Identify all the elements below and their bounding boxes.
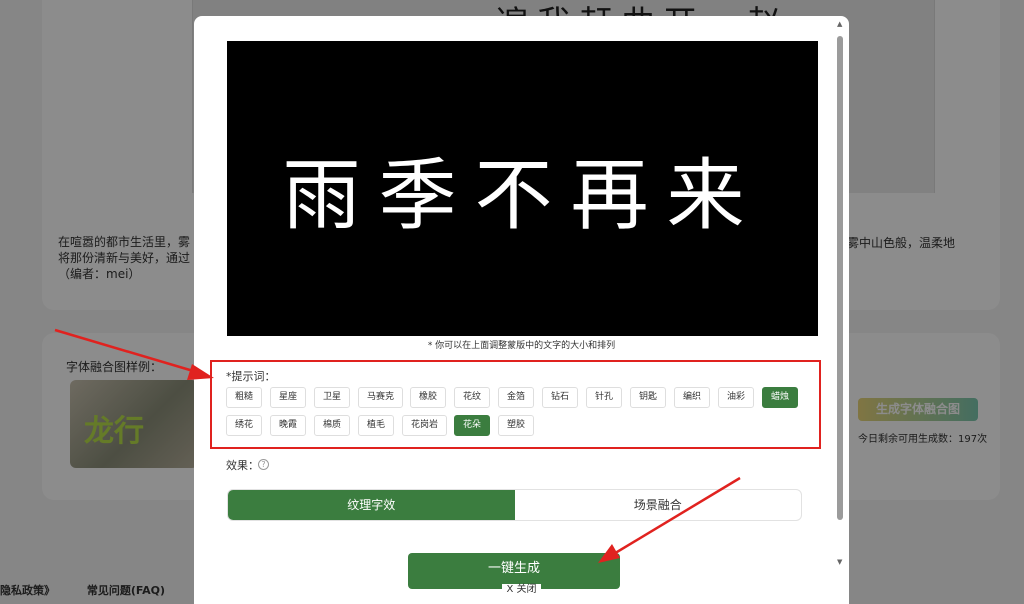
tab-texture-effect[interactable]: 纹理字效 [228,490,515,520]
prompt-chip[interactable]: 棉质 [314,415,351,436]
prompt-chip[interactable]: 塑胶 [498,415,535,436]
prompt-chip[interactable]: 钥匙 [630,387,667,408]
tab-scene-fusion[interactable]: 场景融合 [515,490,802,520]
prompt-chip[interactable]: 花岗岩 [402,415,448,436]
prompt-chip[interactable]: 橡胶 [410,387,447,408]
prompt-label: *提示词： [226,370,276,383]
effect-label: 效果： [226,459,259,472]
prompt-chip[interactable]: 马赛克 [358,387,404,408]
help-icon[interactable]: ? [258,459,269,470]
effect-segmented-control: 纹理字效 场景融合 [227,489,802,521]
prompt-chip[interactable]: 金箔 [498,387,535,408]
text-mask-preview[interactable]: 雨季不再来 [227,41,818,336]
close-label[interactable]: X 关闭 [502,584,541,595]
scroll-thumb[interactable] [837,36,843,520]
modal-scrollbar[interactable]: ▲ ▼ [835,20,845,572]
prompt-chip[interactable]: 粗糙 [226,387,263,408]
preview-hint: * 你可以在上面调整蒙版中的文字的大小和排列 [427,341,616,351]
prompt-chip[interactable]: 植毛 [358,415,395,436]
close-modal-link[interactable]: X 关闭 [194,580,849,595]
prompt-chip[interactable]: 卫星 [314,387,351,408]
scroll-up-icon[interactable]: ▲ [837,20,842,28]
prompt-chip[interactable]: 绣花 [226,415,263,436]
prompt-chip[interactable]: 针孔 [586,387,623,408]
prompt-chip[interactable]: 油彩 [718,387,755,408]
prompt-chip[interactable]: 星座 [270,387,307,408]
prompt-chip[interactable]: 编织 [674,387,711,408]
preview-text: 雨季不再来 [282,150,763,241]
prompt-chip[interactable]: 晚霞 [270,415,307,436]
prompt-chip-selected[interactable]: 蜡烛 [762,387,799,408]
prompt-section: *提示词： 粗糙 星座 卫星 马赛克 橡胶 花纹 金箔 钻石 针孔 钥匙 编织 … [210,360,821,449]
scroll-down-icon[interactable]: ▼ [837,558,842,566]
prompt-chip-selected[interactable]: 花朵 [454,415,491,436]
generate-modal: 雨季不再来 * 你可以在上面调整蒙版中的文字的大小和排列 *提示词： 粗糙 星座… [194,16,849,604]
prompt-chip[interactable]: 花纹 [454,387,491,408]
prompt-chip[interactable]: 钻石 [542,387,579,408]
